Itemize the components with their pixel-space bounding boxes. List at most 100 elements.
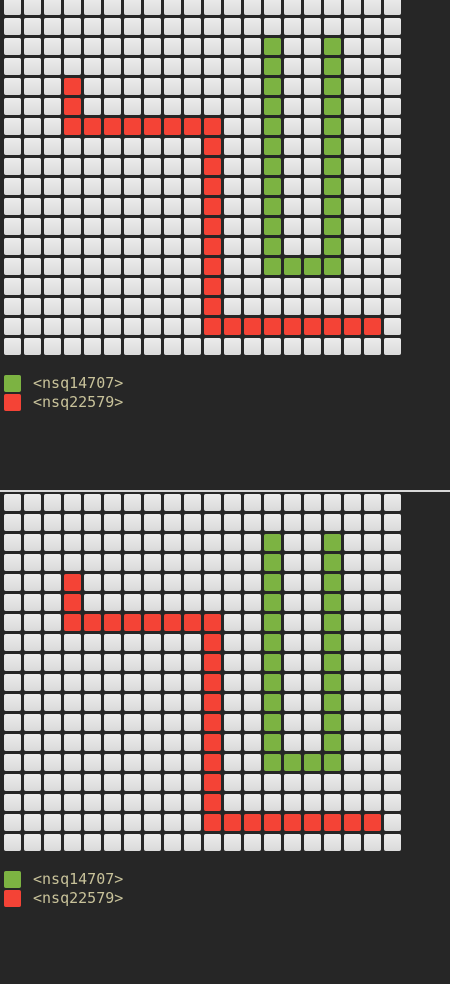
empty-cell: [204, 534, 221, 551]
empty-cell: [204, 98, 221, 115]
empty-cell: [124, 58, 141, 75]
empty-cell: [4, 318, 21, 335]
empty-cell: [4, 18, 21, 35]
empty-cell: [104, 178, 121, 195]
player-1-cell: [324, 258, 341, 275]
empty-cell: [44, 198, 61, 215]
player-1-cell: [324, 754, 341, 771]
empty-cell: [124, 78, 141, 95]
empty-cell: [164, 298, 181, 315]
player-1-cell: [324, 78, 341, 95]
empty-cell: [104, 674, 121, 691]
empty-cell: [344, 834, 361, 851]
empty-cell: [124, 218, 141, 235]
player-2-cell: [204, 634, 221, 651]
empty-cell: [104, 694, 121, 711]
empty-cell: [344, 594, 361, 611]
legend-row-player-2: <nsq22579>: [4, 889, 123, 908]
empty-cell: [384, 198, 401, 215]
empty-cell: [304, 58, 321, 75]
empty-cell: [124, 338, 141, 355]
empty-cell: [84, 734, 101, 751]
empty-cell: [264, 834, 281, 851]
empty-cell: [244, 514, 261, 531]
player-2-cell: [204, 298, 221, 315]
player-legend: <nsq14707> <nsq22579>: [4, 374, 123, 412]
empty-cell: [164, 554, 181, 571]
empty-cell: [44, 98, 61, 115]
empty-cell: [84, 634, 101, 651]
empty-cell: [304, 794, 321, 811]
empty-cell: [264, 0, 281, 15]
empty-cell: [364, 238, 381, 255]
empty-cell: [164, 694, 181, 711]
empty-cell: [4, 714, 21, 731]
empty-cell: [84, 594, 101, 611]
empty-cell: [184, 218, 201, 235]
player-1-cell: [264, 178, 281, 195]
empty-cell: [84, 514, 101, 531]
empty-cell: [304, 674, 321, 691]
empty-cell: [284, 38, 301, 55]
empty-cell: [4, 814, 21, 831]
empty-cell: [224, 774, 241, 791]
player-2-cell: [304, 318, 321, 335]
empty-cell: [284, 574, 301, 591]
empty-cell: [4, 38, 21, 55]
empty-cell: [364, 534, 381, 551]
player-1-cell: [264, 118, 281, 135]
empty-cell: [64, 494, 81, 511]
empty-cell: [4, 198, 21, 215]
player-1-cell: [264, 634, 281, 651]
empty-cell: [24, 178, 41, 195]
player-2-cell: [364, 814, 381, 831]
empty-cell: [124, 318, 141, 335]
empty-cell: [244, 238, 261, 255]
empty-cell: [384, 754, 401, 771]
player-1-name: <nsq14707>: [33, 374, 124, 392]
empty-cell: [144, 794, 161, 811]
empty-cell: [244, 674, 261, 691]
player-2-cell: [64, 98, 81, 115]
empty-cell: [124, 514, 141, 531]
player-2-cell: [344, 814, 361, 831]
empty-cell: [64, 178, 81, 195]
empty-cell: [244, 654, 261, 671]
empty-cell: [84, 694, 101, 711]
player-2-cell: [104, 614, 121, 631]
empty-cell: [144, 494, 161, 511]
empty-cell: [184, 694, 201, 711]
empty-cell: [284, 794, 301, 811]
empty-cell: [344, 514, 361, 531]
empty-cell: [384, 118, 401, 135]
player-2-cell: [204, 118, 221, 135]
empty-cell: [44, 794, 61, 811]
empty-cell: [104, 138, 121, 155]
empty-cell: [244, 98, 261, 115]
empty-cell: [284, 734, 301, 751]
player-2-cell: [204, 614, 221, 631]
empty-cell: [24, 834, 41, 851]
empty-cell: [4, 338, 21, 355]
player-1-cell: [264, 58, 281, 75]
empty-cell: [224, 238, 241, 255]
empty-cell: [144, 0, 161, 15]
player-2-color-swatch: [4, 890, 21, 907]
empty-cell: [364, 178, 381, 195]
empty-cell: [184, 198, 201, 215]
empty-cell: [244, 298, 261, 315]
empty-cell: [4, 594, 21, 611]
empty-cell: [344, 298, 361, 315]
empty-cell: [164, 734, 181, 751]
player-2-cell: [204, 814, 221, 831]
empty-cell: [164, 814, 181, 831]
empty-cell: [84, 494, 101, 511]
empty-cell: [364, 614, 381, 631]
empty-cell: [224, 158, 241, 175]
player-2-cell: [324, 318, 341, 335]
empty-cell: [384, 794, 401, 811]
empty-cell: [84, 654, 101, 671]
empty-cell: [144, 734, 161, 751]
empty-cell: [144, 18, 161, 35]
empty-cell: [44, 278, 61, 295]
